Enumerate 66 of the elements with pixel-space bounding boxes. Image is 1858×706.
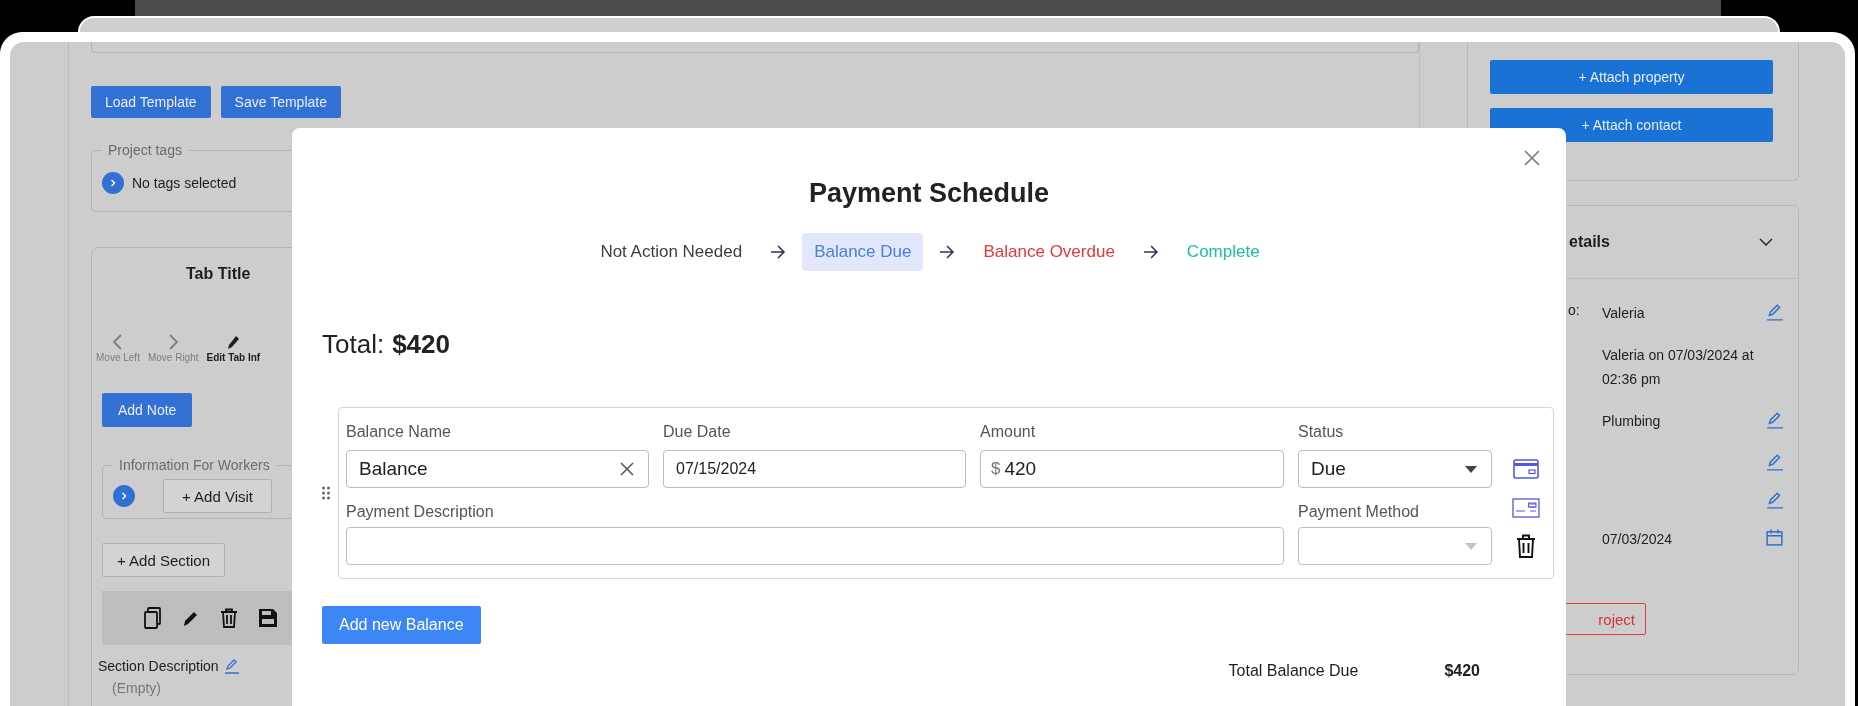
edit-icon[interactable] [223, 658, 240, 674]
payment-method-select[interactable] [1298, 527, 1492, 565]
calendar-icon[interactable] [1766, 529, 1783, 546]
tab-action[interactable]: Edit Tab Inf [206, 334, 261, 363]
detail-value: Plumbing [1602, 413, 1661, 429]
field-label: Balance Name [346, 422, 452, 442]
add-section-button[interactable]: + Add Section [102, 543, 225, 577]
expand-icon[interactable] [102, 172, 124, 194]
caret-icon [1465, 542, 1477, 550]
dialog-title: Payment Schedule [807, 177, 1051, 210]
section-description-value: (Empty) [112, 680, 162, 696]
status-step[interactable]: Balance Due [802, 233, 924, 271]
detail-value: Valeria [1602, 305, 1645, 321]
arrow-icon [1142, 245, 1159, 259]
attach-button[interactable]: + Attach property [1490, 60, 1773, 94]
chevron-down-icon[interactable] [1759, 237, 1773, 247]
template-button[interactable]: Load Template [91, 86, 211, 118]
arrow-icon [939, 245, 956, 259]
edit-icon[interactable] [1766, 411, 1784, 429]
clear-icon[interactable] [620, 462, 634, 476]
field-label: Due Date [663, 422, 732, 442]
status-step[interactable]: Balance Overdue [971, 233, 1127, 271]
summary-value: $420 [1444, 661, 1480, 681]
add-balance-button[interactable]: Add new Balance [322, 606, 481, 644]
field-label: Payment Method [1298, 502, 1420, 522]
status-step[interactable]: Not Action Needed [588, 233, 755, 271]
edit-icon[interactable] [1766, 491, 1784, 509]
save-icon[interactable] [258, 608, 278, 628]
pencil-icon[interactable] [182, 609, 200, 627]
panel-legend: Project tags [102, 142, 188, 158]
amount-field[interactable]: $ 420 [980, 450, 1284, 488]
status-select[interactable]: Due [1298, 450, 1492, 488]
balance-name-field[interactable]: Balance [346, 450, 649, 488]
panel-legend: Information For Workers [113, 457, 276, 473]
close-icon[interactable] [1524, 150, 1540, 166]
tags-value: No tags selected [132, 175, 237, 191]
drag-handle-icon[interactable] [322, 486, 330, 500]
tab-title: Tab Title [185, 264, 252, 284]
total-label: Total: [322, 328, 385, 361]
add-note-button[interactable]: Add Note [102, 393, 193, 427]
detail-value: Valeria on 07/03/2024 at 02:36 pm [1602, 347, 1754, 387]
detail-label: o: [1568, 302, 1580, 318]
trash-icon[interactable] [1516, 534, 1536, 558]
payment-description-field[interactable] [346, 527, 1284, 565]
field-label: Payment Description [346, 502, 495, 522]
due-date-field[interactable]: 07/15/2024 [663, 450, 966, 488]
field-label: Amount [980, 422, 1037, 442]
copy-icon[interactable] [144, 607, 162, 629]
add-visit-button[interactable]: + Add Visit [163, 479, 273, 513]
field-label: Status [1298, 422, 1345, 442]
total-value: $420 [392, 328, 450, 361]
caret-icon [1465, 465, 1477, 473]
summary-label: Total Balance Due [1228, 661, 1359, 681]
edit-icon[interactable] [1766, 303, 1784, 321]
template-button[interactable]: Save Template [220, 86, 341, 118]
check-icon[interactable] [1512, 497, 1540, 518]
pencil-icon[interactable] [226, 334, 241, 350]
status-step[interactable]: Complete [1174, 233, 1272, 271]
trash-icon[interactable] [220, 608, 238, 628]
section-description-label: Section Description [98, 658, 219, 674]
details-title: etails [1569, 233, 1610, 251]
arrow-icon [770, 245, 787, 259]
credit-card-icon[interactable] [1513, 459, 1539, 479]
detail-value: 07/03/2024 [1602, 531, 1673, 547]
expand-icon[interactable] [113, 485, 135, 507]
edit-icon[interactable] [1766, 453, 1784, 471]
